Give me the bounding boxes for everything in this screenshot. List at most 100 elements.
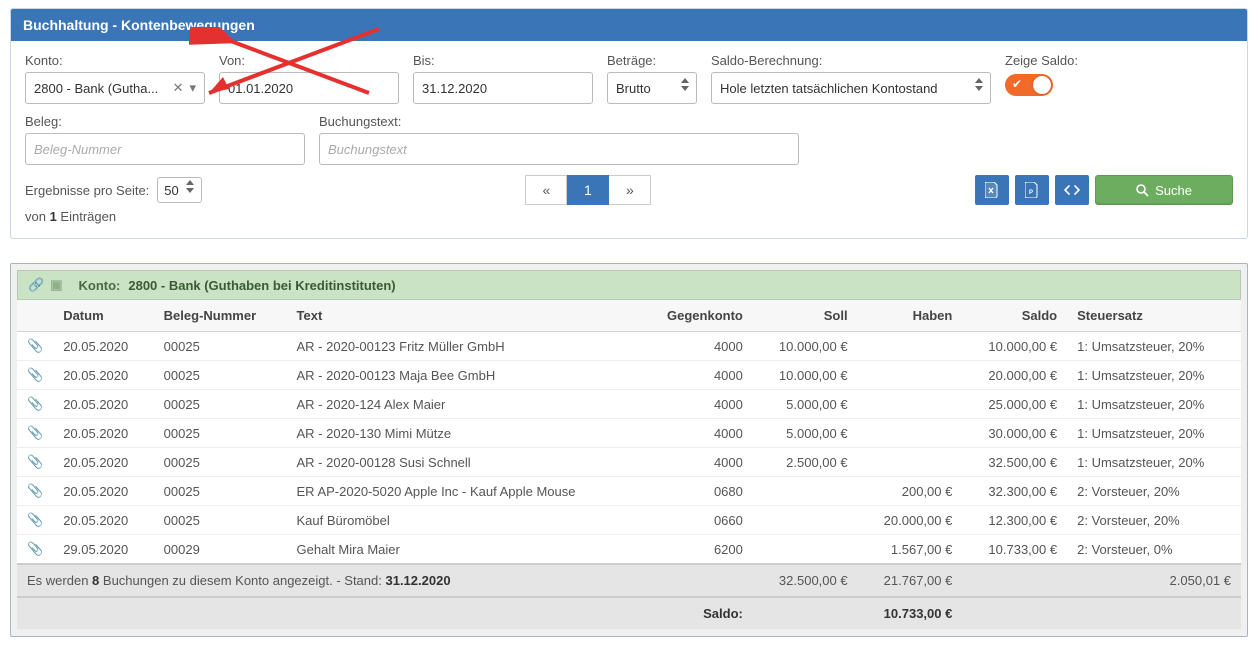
cell-beleg: 00025 [154,448,287,477]
konto-combo[interactable]: 2800 - Bank (Gutha... ✕ ▾ [25,72,205,104]
betraege-select[interactable]: Brutto [607,72,697,104]
cell-haben: 1.567,00 € [858,535,963,565]
table-row[interactable]: 📎20.05.202000025AR - 2020-00123 Maja Bee… [17,361,1241,390]
cell-datum: 20.05.2020 [53,506,153,535]
attachment-icon[interactable]: 📎 [17,332,53,361]
cell-haben: 200,00 € [858,477,963,506]
cell-soll: 10.000,00 € [753,361,858,390]
cell-haben [858,419,963,448]
cell-steuer: 1: Umsatzsteuer, 20% [1067,419,1241,448]
beleg-label: Beleg: [25,114,305,129]
beleg-input[interactable] [25,133,305,165]
cell-soll [753,535,858,565]
cell-gegenkonto: 4000 [640,390,753,419]
table-row[interactable]: 📎20.05.202000025AR - 2020-00128 Susi Sch… [17,448,1241,477]
page-prev[interactable]: « [525,175,567,205]
page-1[interactable]: 1 [567,175,609,205]
table-row[interactable]: 📎20.05.202000025AR - 2020-130 Mimi Mütze… [17,419,1241,448]
search-button[interactable]: Suche [1095,175,1233,205]
select-all-icon[interactable]: ▣ [50,277,62,293]
von-input[interactable] [219,72,399,104]
cell-haben [858,448,963,477]
attachment-icon[interactable]: 📎 [17,535,53,565]
saldo-calc-label: Saldo-Berechnung: [711,53,991,68]
export-code-button[interactable] [1055,175,1089,205]
table-row[interactable]: 📎29.05.202000029Gehalt Mira Maier62001.5… [17,535,1241,565]
cell-beleg: 00025 [154,419,287,448]
results-per-page-select[interactable]: 50 [157,177,201,203]
col-gegenkonto[interactable]: Gegenkonto [640,300,753,332]
saldo-calc-select[interactable]: Hole letzten tatsächlichen Kontostand [711,72,991,104]
attachment-icon[interactable]: 📎 [17,506,53,535]
cell-gegenkonto: 0660 [640,506,753,535]
cell-saldo: 10.733,00 € [962,535,1067,565]
col-saldo[interactable]: Saldo [962,300,1067,332]
col-beleg[interactable]: Beleg-Nummer [154,300,287,332]
table-row[interactable]: 📎20.05.202000025ER AP-2020-5020 Apple In… [17,477,1241,506]
transactions-table: Datum Beleg-Nummer Text Gegenkonto Soll … [17,300,1241,630]
cell-text: AR - 2020-00123 Maja Bee GmbH [287,361,640,390]
konto-label: Konto: [25,53,205,68]
betraege-label: Beträge: [607,53,697,68]
export-xls-button[interactable] [975,175,1009,205]
cell-soll: 2.500,00 € [753,448,858,477]
cell-text: AR - 2020-00123 Fritz Müller GmbH [287,332,640,361]
col-text[interactable]: Text [287,300,640,332]
attachment-icon[interactable]: 📎 [17,477,53,506]
table-row[interactable]: 📎20.05.202000025Kauf Büromöbel066020.000… [17,506,1241,535]
cell-text: Kauf Büromöbel [287,506,640,535]
zeige-saldo-toggle[interactable]: ✔ [1005,74,1053,96]
attachment-icon[interactable]: 📎 [17,390,53,419]
cell-steuer: 1: Umsatzsteuer, 20% [1067,448,1241,477]
cell-datum: 20.05.2020 [53,390,153,419]
clear-icon[interactable]: ✕ [173,80,184,96]
attachment-icon[interactable]: 📎 [17,448,53,477]
link-icon[interactable]: 🔗 [28,277,44,293]
col-haben[interactable]: Haben [858,300,963,332]
cell-steuer: 1: Umsatzsteuer, 20% [1067,390,1241,419]
col-soll[interactable]: Soll [753,300,858,332]
filter-panel: Buchhaltung - Kontenbewegungen Konto: 28… [10,8,1248,239]
cell-soll: 5.000,00 € [753,419,858,448]
cell-beleg: 00025 [154,390,287,419]
col-steuersatz[interactable]: Steuersatz [1067,300,1241,332]
attachment-icon[interactable]: 📎 [17,419,53,448]
cell-beleg: 00029 [154,535,287,565]
chevron-down-icon[interactable]: ▾ [189,80,196,96]
pager: « 1 » [525,175,651,205]
table-row[interactable]: 📎20.05.202000025AR - 2020-00123 Fritz Mü… [17,332,1241,361]
page-next[interactable]: » [609,175,651,205]
cell-saldo: 20.000,00 € [962,361,1067,390]
panel-title: Buchhaltung - Kontenbewegungen [11,9,1247,41]
cell-gegenkonto: 0680 [640,477,753,506]
attachment-icon[interactable]: 📎 [17,361,53,390]
file-excel-icon [985,182,999,198]
bis-label: Bis: [413,53,593,68]
cell-beleg: 00025 [154,361,287,390]
cell-steuer: 1: Umsatzsteuer, 20% [1067,332,1241,361]
cell-text: AR - 2020-00128 Susi Schnell [287,448,640,477]
col-datum[interactable]: Datum [53,300,153,332]
buchungstext-input[interactable] [319,133,799,165]
export-pdf-button[interactable]: P [1015,175,1049,205]
cell-beleg: 00025 [154,332,287,361]
cell-saldo: 30.000,00 € [962,419,1067,448]
bis-input[interactable] [413,72,593,104]
cell-steuer: 2: Vorsteuer, 20% [1067,506,1241,535]
file-pdf-icon: P [1025,182,1039,198]
account-header: 🔗 ▣ Konto: 2800 - Bank (Guthaben bei Kre… [17,270,1241,300]
cell-steuer: 2: Vorsteuer, 0% [1067,535,1241,565]
toggle-knob [1033,76,1051,94]
table-row[interactable]: 📎20.05.202000025AR - 2020-124 Alex Maier… [17,390,1241,419]
buchungstext-label: Buchungstext: [319,114,799,129]
cell-text: ER AP-2020-5020 Apple Inc - Kauf Apple M… [287,477,640,506]
zeige-saldo-label: Zeige Saldo: [1005,53,1125,68]
cell-haben [858,332,963,361]
cell-steuer: 2: Vorsteuer, 20% [1067,477,1241,506]
konto-value: 2800 - Bank (Gutha... [34,81,158,96]
cell-datum: 20.05.2020 [53,361,153,390]
cell-saldo: 32.300,00 € [962,477,1067,506]
search-icon [1136,184,1149,197]
von-label: Von: [219,53,399,68]
cell-saldo: 10.000,00 € [962,332,1067,361]
